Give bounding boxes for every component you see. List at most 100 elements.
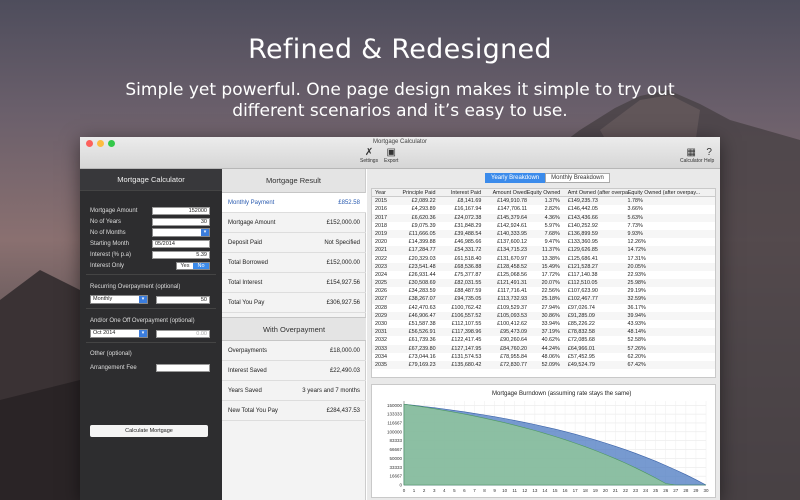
table-cell: 17.31% — [627, 255, 646, 262]
column-header[interactable]: Equity Owned — [527, 189, 561, 196]
column-header[interactable]: Equity Owned (after overpay... — [624, 189, 715, 196]
arrangement-fee-label: Arrangement Fee — [90, 364, 137, 371]
start-month-input[interactable]: 05/2014 — [152, 239, 210, 248]
wrench-icon: ✗ — [364, 147, 374, 158]
table-row[interactable]: 2016 £4,293.89 £16,167.94 £147,706.11 2.82% £… — [372, 205, 715, 213]
result-title: Mortgage Result — [222, 169, 365, 193]
column-header[interactable]: Year — [372, 189, 396, 196]
table-cell: £9,075.39 — [411, 222, 436, 229]
interest-input[interactable]: 5.39 — [152, 250, 210, 259]
tab-monthly-breakdown[interactable]: Monthly Breakdown — [545, 173, 610, 183]
y-tick-label: 83333 — [389, 438, 402, 443]
start-month-label: Starting Month — [90, 240, 130, 247]
table-cell: 2015 — [375, 198, 387, 205]
table-cell: 57.26% — [627, 345, 646, 352]
recurring-frequency-select[interactable]: Monthly ▾ — [90, 295, 148, 304]
table-cell: £95,473.09 — [500, 329, 528, 336]
interest-only-no[interactable]: No — [193, 262, 209, 269]
table-row[interactable]: 2033 £67,239.80 £127,147.95 £84,760.20 44.24… — [372, 344, 715, 353]
table-cell: £121,491.31 — [497, 280, 528, 287]
column-header[interactable]: Interest Paid — [436, 189, 481, 196]
table-cell: £94,735.05 — [454, 296, 482, 303]
table-row[interactable]: 2015 £2,089.22 £8,141.69 £149,910.78 1.37% £1… — [372, 197, 715, 206]
table-cell: £136,899.59 — [567, 230, 598, 237]
one-off-date-select[interactable]: Oct 2014 ▾ — [90, 329, 148, 338]
result-label: Deposit Paid — [228, 239, 263, 246]
table-cell: £107,623.90 — [567, 288, 598, 295]
years-input[interactable]: 30 — [152, 217, 210, 226]
export-button[interactable]: ▣ Export — [384, 147, 398, 164]
table-cell: 22.56% — [541, 288, 560, 295]
table-cell: £112,510.05 — [567, 280, 598, 287]
table-row[interactable]: 2028 £42,470.63 £100,762.42 £109,529.37 27.9… — [372, 304, 715, 312]
table-cell: £97,026.74 — [567, 304, 595, 311]
recurring-amount-input[interactable]: 50 — [156, 295, 210, 304]
table-cell: 22.93% — [627, 271, 646, 278]
table-row[interactable]: 2022 £20,329.03 £61,518.40 £131,670.97 13.38… — [372, 255, 715, 263]
mortgage-amount-input[interactable]: 152000 — [152, 206, 210, 215]
result-value: £154,927.56 — [326, 279, 360, 286]
one-off-label-row: And/or One Off Overpayment (optional) — [90, 316, 210, 325]
result-value: Not Specified — [324, 239, 360, 246]
table-row[interactable]: 2029 £46,906.47 £106,557.52 £105,093.53 30.8… — [372, 311, 715, 320]
table-row[interactable]: 2025 £30,508.69 £82,031.55 £121,491.31 20.07… — [372, 279, 715, 288]
column-header[interactable]: Amount Owed — [481, 189, 527, 196]
breakdown-tabs: Yearly Breakdown Monthly Breakdown — [485, 173, 610, 183]
one-off-amount-input[interactable]: 0.00 — [156, 329, 210, 338]
result-row-interest-saved: Interest Saved £22,490.03 — [222, 361, 366, 381]
column-header[interactable]: Principle Paid — [396, 189, 436, 196]
table-row[interactable]: 2024 £26,931.44 £75,377.87 £125,068.56 17.72… — [372, 271, 715, 279]
table-cell: 30.86% — [541, 312, 560, 319]
table-cell: £82,031.55 — [454, 280, 482, 287]
interest-label: Interest (% p.a) — [90, 251, 132, 258]
table-cell: £127,147.95 — [451, 345, 482, 352]
table-cell: 2031 — [375, 329, 387, 336]
overpayment-title: With Overpayment — [222, 317, 366, 341]
table-row[interactable]: 2035 £79,169.23 £135,680.42 £72,830.77 52.09… — [372, 360, 715, 370]
table-cell: 2023 — [375, 263, 387, 270]
help-button[interactable]: ? Help — [704, 147, 714, 164]
tab-yearly-breakdown[interactable]: Yearly Breakdown — [485, 173, 546, 183]
table-row[interactable]: 2026 £34,283.59 £88,487.59 £117,716.41 22.56… — [372, 287, 715, 295]
table-cell: £46,906.47 — [408, 312, 436, 319]
table-row[interactable]: 2023 £23,541.48 £68,536.88 £128,458.52 15.49… — [372, 262, 715, 271]
result-value: £284,437.53 — [326, 407, 360, 414]
table-cell: 3.66% — [627, 206, 643, 213]
table-row[interactable]: 2032 £61,739.36 £122,417.45 £90,260.64 40.62… — [372, 336, 715, 344]
table-row[interactable]: 2019 £11,666.05 £39,488.54 £140,333.95 7.68%… — [372, 229, 715, 239]
table-cell: £134,715.23 — [497, 247, 528, 254]
settings-button[interactable]: ✗ Settings — [360, 147, 378, 164]
column-header[interactable]: Amt Owned (after overpa... — [560, 189, 633, 196]
table-cell: 20.05% — [627, 263, 646, 270]
arrangement-fee-input[interactable] — [156, 363, 210, 372]
result-label: Total You Pay — [228, 299, 265, 306]
mortgage-amount-row: Mortgage Amount 152000 — [90, 206, 210, 215]
result-label: Years Saved — [228, 387, 262, 394]
table-row[interactable]: 2018 £9,075.39 £31,848.29 £142,924.61 5.97% £… — [372, 222, 715, 230]
interest-only-toggle: Yes No — [176, 261, 210, 270]
table-cell: £64,966.01 — [567, 345, 595, 352]
interest-only-yes[interactable]: Yes — [177, 262, 193, 269]
table-row[interactable]: 2030 £51,587.38 £112,107.55 £100,412.62 33.9… — [372, 320, 715, 328]
table-row[interactable]: 2031 £56,526.91 £117,398.96 £95,473.09 37.19… — [372, 328, 715, 337]
table-row[interactable]: 2017 £6,620.36 £24,072.38 £145,379.64 4.36% £… — [372, 213, 715, 222]
table-cell: 5.97% — [544, 222, 560, 229]
table-cell: £135,680.42 — [451, 361, 482, 368]
hero-title: Refined & Redesigned — [248, 34, 552, 65]
table-row[interactable]: 2020 £14,399.88 £46,985.66 £137,600.12 9.47%… — [372, 238, 715, 246]
table-row[interactable]: 2034 £73,044.16 £131,574.53 £78,955.84 48.06… — [372, 353, 715, 361]
calculator-button[interactable]: ▦ Calculator — [680, 147, 703, 164]
table-cell: £90,260.64 — [500, 337, 528, 344]
table-cell: 25.98% — [627, 280, 646, 287]
table-cell: 13.38% — [541, 255, 560, 262]
x-tick-label: 5 — [453, 488, 456, 493]
table-row[interactable]: 2027 £38,267.07 £94,735.05 £113,732.93 25.18… — [372, 295, 715, 304]
table-row[interactable]: 2021 £17,284.77 £54,331.72 £134,715.23 11.37… — [372, 246, 715, 255]
months-select[interactable]: ▾ — [152, 228, 210, 237]
table-cell: £67,239.80 — [408, 345, 436, 352]
calculate-mortgage-button[interactable]: Calculate Mortgage — [90, 425, 208, 437]
table-cell: 33.94% — [541, 321, 560, 327]
one-off-row: Oct 2014 ▾ 0.00 — [90, 329, 210, 338]
result-row-overpayments: Overpayments £18,000.00 — [222, 341, 366, 361]
years-label: No of Years — [90, 218, 122, 225]
